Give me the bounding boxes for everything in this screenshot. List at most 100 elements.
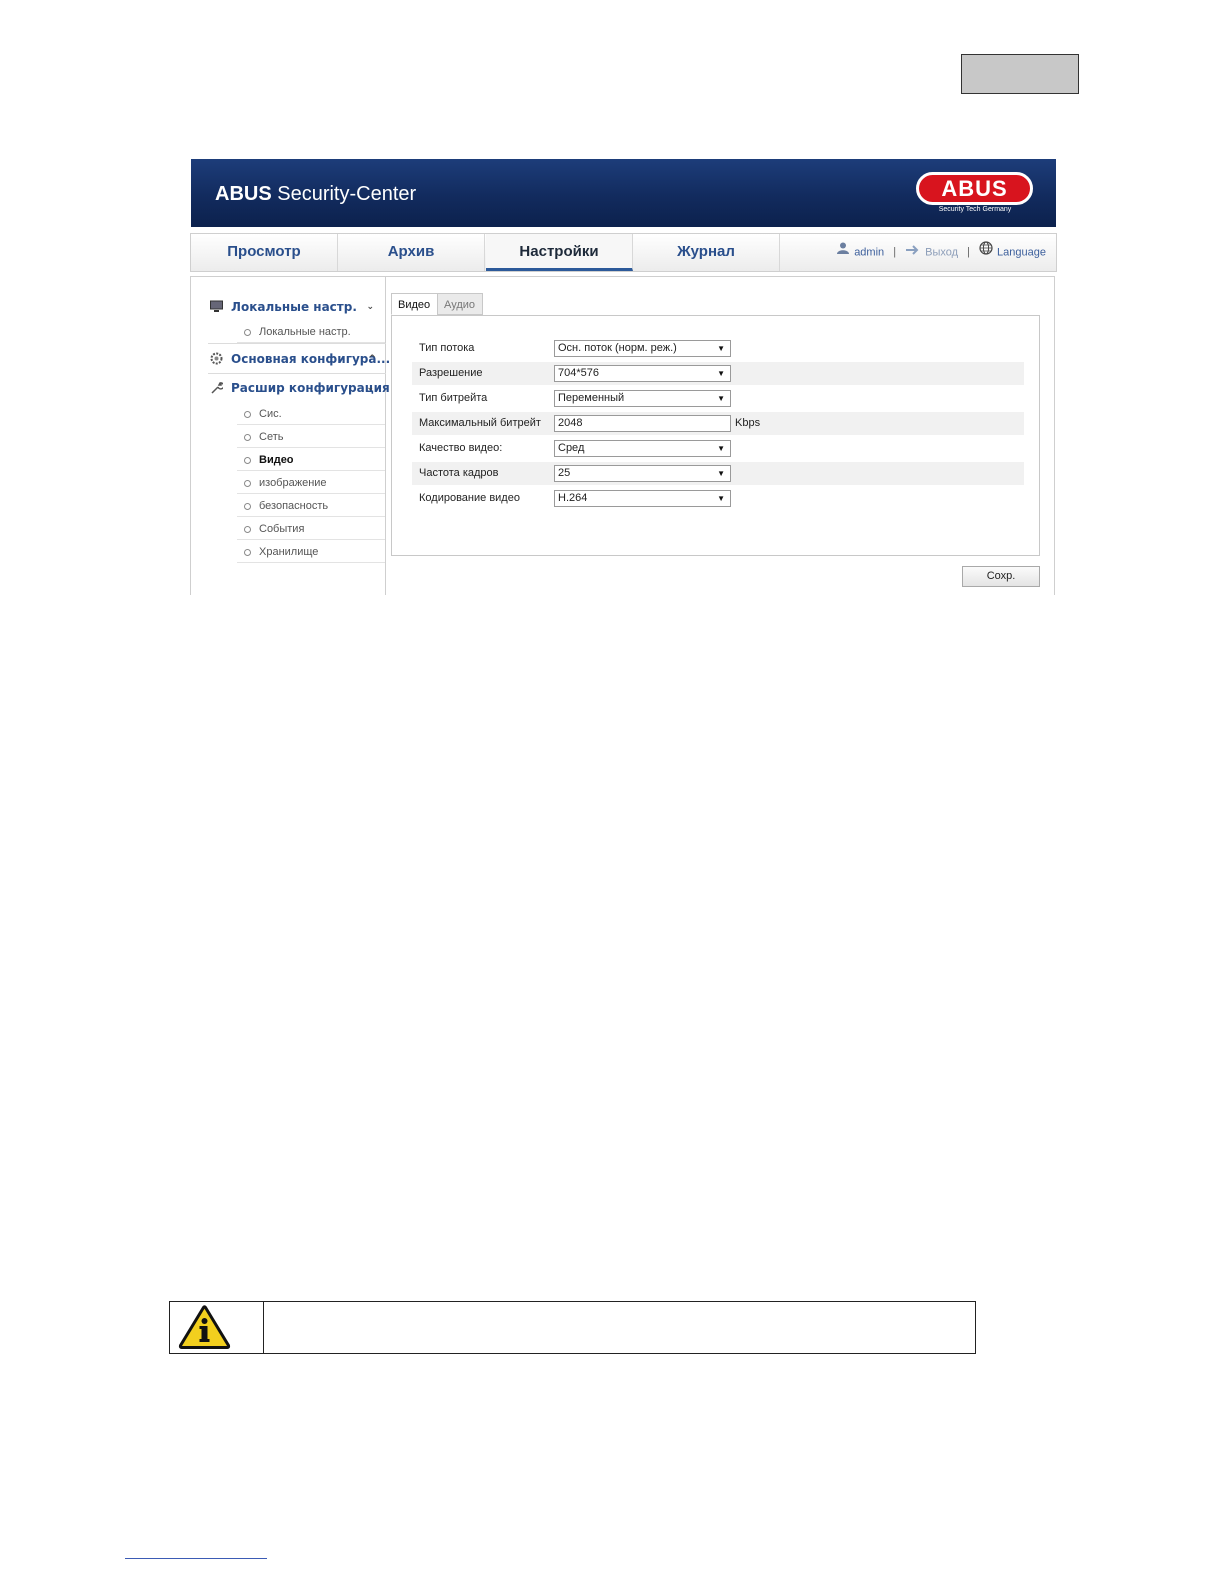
note-icon-cell	[170, 1302, 264, 1353]
sidebar-item-local-settings[interactable]: Локальные настр.	[237, 321, 385, 343]
bullet-icon	[244, 457, 251, 464]
chevron-down-icon: ⌄	[366, 302, 374, 312]
field-label: Тип потока	[419, 342, 475, 354]
page-marker-box	[961, 54, 1079, 94]
tab-live-view[interactable]: Просмотр	[191, 234, 338, 271]
sidebar-item-label: Локальные настр.	[259, 326, 351, 338]
brand-rest: Security-Center	[271, 183, 417, 205]
gear-icon	[210, 352, 223, 365]
bullet-icon	[244, 411, 251, 418]
max-bitrate-input[interactable]: 2048	[554, 415, 731, 432]
form-row-video-quality: Качество видео: Сред ▼	[412, 437, 1024, 460]
field-label: Качество видео:	[419, 442, 503, 454]
dropdown-arrow-icon: ▼	[717, 394, 725, 403]
sidebar-item-label: Сис.	[259, 408, 282, 420]
select-value: 704*576	[558, 367, 599, 379]
video-settings-panel: Тип потока Осн. поток (норм. реж.) ▼ Разр…	[391, 315, 1040, 556]
sidebar-section-advanced[interactable]: Расшир конфигурация ⌄	[208, 375, 390, 401]
globe-icon	[979, 234, 993, 271]
sidebar-item-label: Хранилище	[259, 546, 319, 558]
tab-log[interactable]: Журнал	[633, 234, 780, 271]
logo-subtitle: Security Tech Germany	[938, 206, 1012, 213]
resolution-select[interactable]: 704*576 ▼	[554, 365, 731, 382]
username[interactable]: admin	[854, 246, 884, 258]
form-row-bitrate-type: Тип битрейта Переменный ▼	[412, 387, 1024, 410]
divider	[208, 343, 386, 344]
header-banner: ABUS Security-Center ABUS Security Tech …	[191, 159, 1056, 227]
form-row-resolution: Разрешение 704*576 ▼	[412, 362, 1024, 385]
dropdown-arrow-icon: ▼	[717, 369, 725, 378]
sidebar-section-label: Локальные настр.	[231, 300, 357, 314]
sidebar-item-video[interactable]: Видео	[237, 449, 385, 471]
dropdown-arrow-icon: ▼	[717, 344, 725, 353]
dropdown-arrow-icon: ▼	[717, 494, 725, 503]
form-row-stream-type: Тип потока Осн. поток (норм. реж.) ▼	[412, 337, 1024, 360]
sidebar-item-security[interactable]: безопасность	[237, 495, 385, 517]
logout-icon	[905, 234, 921, 271]
bullet-icon	[244, 329, 251, 336]
abus-logo: ABUS	[916, 172, 1033, 205]
tab-audio[interactable]: Аудио	[437, 293, 483, 315]
select-value: Переменный	[558, 392, 625, 404]
dropdown-arrow-icon: ▼	[717, 469, 725, 478]
bullet-icon	[244, 480, 251, 487]
web-ui-screenshot: ABUS Security-Center ABUS Security Tech …	[190, 159, 1057, 595]
form-row-frame-rate: Частота кадров 25 ▼	[412, 462, 1024, 485]
video-encoding-select[interactable]: H.264 ▼	[554, 490, 731, 507]
form-row-video-encoding: Кодирование видео H.264 ▼	[412, 487, 1024, 510]
sidebar-item-label: Сеть	[259, 431, 284, 443]
select-value: Осн. поток (норм. реж.)	[558, 342, 677, 354]
sidebar-item-label: События	[259, 523, 305, 535]
bullet-icon	[244, 526, 251, 533]
field-label: Максимальный битрейт	[419, 417, 541, 429]
user-icon	[836, 234, 850, 271]
tab-settings[interactable]: Настройки	[486, 234, 633, 271]
bullet-icon	[244, 549, 251, 556]
settings-content: Локальные настр. ⌄ Локальные настр. Осно…	[190, 276, 1055, 595]
sidebar-item-label: Видео	[259, 454, 294, 466]
settings-sidebar: Локальные настр. ⌄ Локальные настр. Осно…	[191, 277, 390, 595]
bullet-icon	[244, 503, 251, 510]
field-label: Кодирование видео	[419, 492, 520, 504]
main-nav: Просмотр Архив Настройки Журнал admin | …	[190, 233, 1057, 272]
wrench-icon	[211, 382, 223, 394]
sidebar-section-label: Основная конфигура...	[231, 352, 391, 366]
tab-video[interactable]: Видео	[391, 293, 438, 315]
frame-rate-select[interactable]: 25 ▼	[554, 465, 731, 482]
stream-type-select[interactable]: Осн. поток (норм. реж.) ▼	[554, 340, 731, 357]
footer-link-underline	[125, 1558, 267, 1559]
sidebar-item-label: безопасность	[259, 500, 329, 512]
user-bar: admin | Выход | Language	[836, 234, 1046, 271]
field-label: Тип битрейта	[419, 392, 488, 404]
sidebar-section-local[interactable]: Локальные настр. ⌄	[208, 294, 384, 320]
field-label: Разрешение	[419, 367, 483, 379]
monitor-icon	[210, 300, 223, 312]
sidebar-item-system[interactable]: Сис.	[237, 403, 385, 425]
tab-archive[interactable]: Архив	[338, 234, 485, 271]
warning-info-icon	[178, 1305, 231, 1349]
select-value: 25	[558, 467, 571, 479]
field-label: Частота кадров	[419, 467, 499, 479]
info-note-box	[169, 1301, 976, 1354]
select-value: H.264	[558, 492, 588, 504]
chevron-down-icon: ⌄	[366, 383, 374, 393]
sidebar-item-storage[interactable]: Хранилище	[237, 541, 385, 563]
bitrate-unit: Kbps	[735, 417, 761, 429]
dropdown-arrow-icon: ▼	[717, 444, 725, 453]
sidebar-section-basic[interactable]: Основная конфигура... ^	[208, 346, 390, 372]
select-value: Сред	[558, 442, 585, 454]
sidebar-item-image[interactable]: изображение	[237, 472, 385, 494]
video-quality-select[interactable]: Сред ▼	[554, 440, 731, 457]
save-button[interactable]: Сохр.	[962, 566, 1040, 587]
app-title: ABUS Security-Center	[215, 183, 416, 206]
bitrate-type-select[interactable]: Переменный ▼	[554, 390, 731, 407]
bullet-icon	[244, 434, 251, 441]
chevron-up-icon: ^	[368, 354, 376, 364]
divider	[208, 373, 386, 374]
sidebar-item-events[interactable]: События	[237, 518, 385, 540]
form-row-max-bitrate: Максимальный битрейт 2048 Kbps	[412, 412, 1024, 435]
logout-link[interactable]: Выход	[925, 246, 958, 258]
sidebar-item-label: изображение	[259, 477, 327, 489]
sidebar-item-network[interactable]: Сеть	[237, 426, 385, 448]
language-link[interactable]: Language	[997, 246, 1046, 258]
